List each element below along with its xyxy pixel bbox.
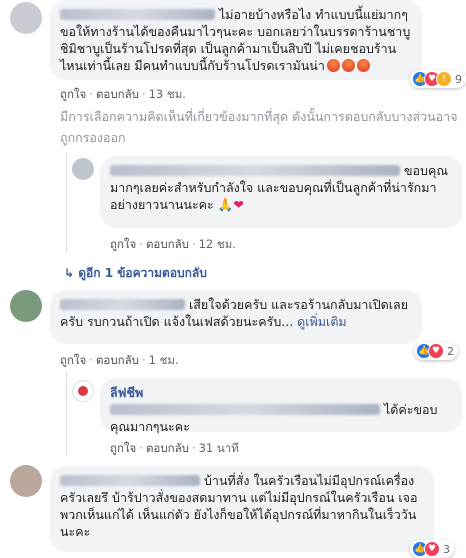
reply-link[interactable]: ตอบกลับ (146, 441, 189, 455)
angry-emoji-icon (326, 59, 340, 72)
thread-line (66, 152, 67, 252)
reply-link[interactable]: ตอบกลับ (96, 87, 139, 101)
pray-emoji-icon: 🙏 (217, 197, 234, 212)
love-reaction-icon: ♥ (428, 343, 444, 359)
like-link[interactable]: ถูกใจ (110, 237, 136, 251)
thread-line (66, 372, 67, 454)
reply-link[interactable]: ตอบกลับ (146, 237, 189, 251)
reply-bubble: ขอบคุณมากๆเลยค่ะสำหรับกำลังใจ และขอบคุณท… (100, 156, 462, 228)
comment-bubble: เสียใจด้วยครับ และรอร้านกลับมาเปิดเลยครั… (50, 290, 422, 344)
reply-author[interactable]: ลีฟชีพ (110, 384, 452, 401)
comment-author[interactable] (60, 9, 215, 20)
timestamp[interactable]: 31 นาที (199, 441, 239, 455)
heart-emoji-icon: ❤ (233, 197, 244, 212)
filter-notice: มีการเลือกความคิดเห็นที่เกี่ยวข้องมากที่… (60, 109, 458, 145)
angry-emoji-icon (356, 59, 370, 72)
reaction-summary[interactable]: 👍 ♥ 3 (410, 540, 454, 558)
see-more-link[interactable]: ดูเพิ่มเติม (297, 314, 347, 329)
like-link[interactable]: ถูกใจ (110, 441, 136, 455)
comment-bubble: ไม่อายบ้างหรือไง ทำแบบนี้แย่มากๆ ขอให้ทา… (50, 0, 422, 80)
comment-bubble: บ้านที่สั่ง ในครัวเรือนไม่มีอุปกรณ์เครื่… (50, 466, 434, 552)
reply-arrow-icon: ↳ (64, 266, 75, 280)
like-link[interactable]: ถูกใจ (60, 87, 86, 101)
avatar[interactable] (10, 290, 42, 322)
reply-actions: ถูกใจ · ตอบกลับ · 12 ชม. (110, 237, 236, 251)
reaction-summary[interactable]: 👍 ♥ ! 9 (410, 70, 466, 88)
wow-reaction-icon: ! (436, 71, 452, 87)
reply-bubble: ลีฟชีพ ได้ค่ะขอบคุณมากๆนะคะ (100, 378, 462, 434)
timestamp[interactable]: 12 ชม. (199, 237, 236, 251)
reaction-count: 9 (455, 72, 462, 86)
like-link[interactable]: ถูกใจ (60, 353, 86, 367)
avatar[interactable] (10, 2, 42, 34)
comment-actions: ถูกใจ · ตอบกลับ · 1 ชม. (60, 353, 179, 367)
comment-author[interactable] (60, 299, 185, 310)
avatar[interactable] (72, 158, 94, 180)
reaction-count: 2 (447, 344, 454, 358)
page-avatar[interactable] (72, 380, 94, 402)
love-reaction-icon: ♥ (424, 541, 440, 557)
reaction-count: 3 (443, 542, 450, 556)
reply-link[interactable]: ตอบกลับ (96, 353, 139, 367)
reply-author[interactable] (110, 165, 400, 176)
mention-tag[interactable] (110, 404, 380, 415)
logo-icon (78, 386, 88, 396)
angry-emoji-icon (341, 59, 355, 72)
view-more-replies-link[interactable]: ↳ ดูอีก 1 ข้อความตอบกลับ (64, 264, 207, 283)
avatar[interactable] (10, 465, 42, 497)
timestamp[interactable]: 1 ชม. (149, 353, 179, 367)
reaction-summary[interactable]: 👍 ♥ 2 (414, 342, 458, 360)
timestamp[interactable]: 13 ชม. (149, 87, 186, 101)
comment-author[interactable] (60, 475, 200, 486)
comment-actions: ถูกใจ · ตอบกลับ · 13 ชม. (60, 87, 186, 101)
reply-actions: ถูกใจ · ตอบกลับ · 31 นาที (110, 441, 239, 455)
